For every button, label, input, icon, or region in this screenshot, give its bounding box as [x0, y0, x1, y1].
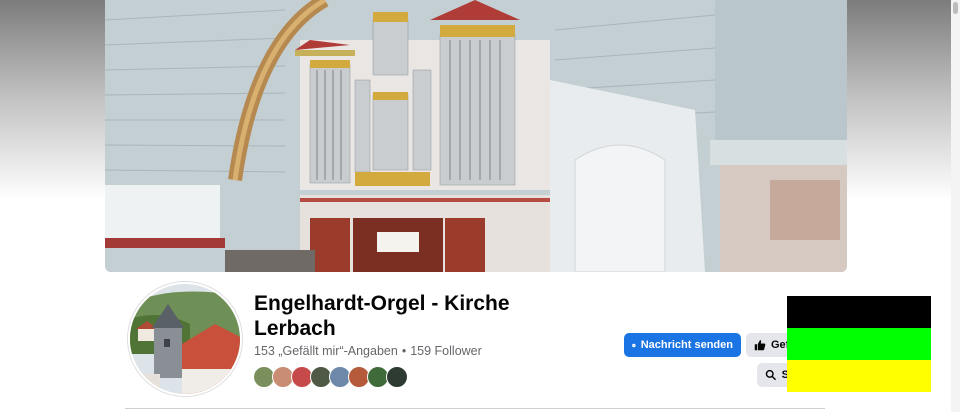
cover-photo[interactable]	[105, 0, 847, 272]
messenger-icon	[632, 343, 636, 347]
send-message-button[interactable]: Nachricht senden	[624, 333, 741, 357]
friend-avatars[interactable]	[253, 366, 408, 388]
likes-count[interactable]: 153 „Gefällt mir“-Angaben	[254, 344, 398, 358]
organ-photo	[105, 0, 847, 272]
send-message-label: Nachricht senden	[640, 339, 733, 351]
flag-stripe-green	[787, 328, 931, 360]
page-stats: 153 „Gefällt mir“-Angaben • 159 Follower	[254, 344, 482, 358]
profile-picture[interactable]	[128, 282, 242, 396]
flag-overlay	[787, 296, 931, 392]
scrollbar[interactable]	[951, 0, 960, 412]
followers-count[interactable]: 159 Follower	[410, 344, 482, 358]
page-title: Engelhardt-Orgel - Kirche Lerbach	[254, 292, 510, 340]
stats-separator: •	[401, 344, 407, 358]
flag-stripe-yellow	[787, 360, 931, 392]
search-icon	[765, 369, 777, 381]
church-photo	[130, 284, 240, 394]
scrollbar-thumb[interactable]	[953, 2, 958, 14]
avatar[interactable]	[386, 366, 408, 388]
thumbs-up-icon	[754, 340, 766, 351]
divider	[125, 408, 825, 409]
flag-stripe-black	[787, 296, 931, 328]
